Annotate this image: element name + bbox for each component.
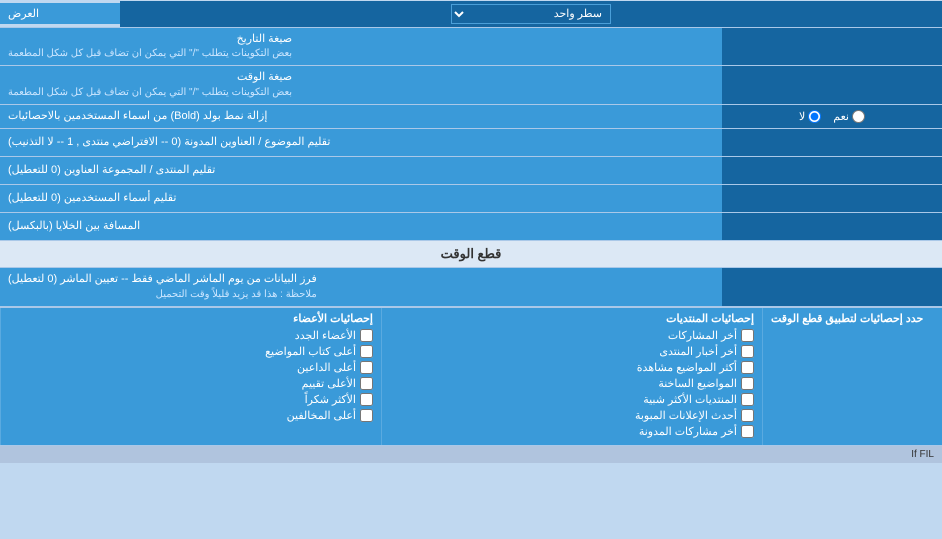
display-select[interactable]: سطر واحدسطرينثلاثة أسطر [451, 4, 611, 24]
forum-order-value: 33 [722, 157, 942, 184]
check-col2-item-3[interactable]: الأعلى تقييم [9, 377, 373, 390]
forum-order-input[interactable]: 33 [728, 164, 936, 178]
radio-yes-label[interactable]: نعم [833, 110, 865, 123]
check-col2-item-4[interactable]: الأكثر شكراً [9, 393, 373, 406]
topics-order-label: تقليم الموضوع / العناوين المدونة (0 -- ا… [0, 129, 722, 156]
usernames-value: 0 [722, 185, 942, 212]
stats-limit-label: حدد إحصائيات لتطبيق قطع الوقت [762, 308, 942, 445]
checkbox-col2-2[interactable] [360, 361, 373, 374]
check-col1-item-4[interactable]: المنتديات الأكثر شبية [390, 393, 754, 406]
spacing-value: 2 [722, 213, 942, 240]
spacing-label: المسافة بين الخلايا (بالبكسل) [0, 213, 722, 240]
checkboxes-section: حدد إحصائيات لتطبيق قطع الوقت إحصائيات ا… [0, 307, 942, 445]
radio-yes[interactable] [852, 110, 865, 123]
check-col1-item-1[interactable]: أخر أخبار المنتدى [390, 345, 754, 358]
time-format-value: H:i [722, 66, 942, 103]
bold-remove-value: نعم لا [722, 105, 942, 128]
date-format-value: d-m [722, 28, 942, 65]
checkbox-col1-0[interactable] [741, 329, 754, 342]
check-col1-item-2[interactable]: أكثر المواضيع مشاهدة [390, 361, 754, 374]
main-container: سطر واحدسطرينثلاثة أسطر العرض d-m صيغة ا… [0, 0, 942, 463]
date-format-row: d-m صيغة التاريخ بعض التكوينات يتطلب "/"… [0, 28, 942, 66]
date-format-input[interactable]: d-m [728, 40, 936, 54]
usernames-row: 0 تقليم أسماء المستخدمين (0 للتعطيل) [0, 185, 942, 213]
checkbox-col1-3[interactable] [741, 377, 754, 390]
check-col2-item-5[interactable]: أعلى المخالفين [9, 409, 373, 422]
time-format-input[interactable]: H:i [728, 78, 936, 92]
col2-title: إحصائيات الأعضاء [9, 312, 373, 325]
checkbox-col1-6[interactable] [741, 425, 754, 438]
cutoff-days-label: فرز البيانات من يوم الماشر الماضي فقط --… [0, 268, 722, 305]
spacing-row: 2 المسافة بين الخلايا (بالبكسل) [0, 213, 942, 241]
usernames-label: تقليم أسماء المستخدمين (0 للتعطيل) [0, 185, 722, 212]
checkbox-col2-3[interactable] [360, 377, 373, 390]
checkbox-col1-1[interactable] [741, 345, 754, 358]
check-col1-item-3[interactable]: المواضيع الساخنة [390, 377, 754, 390]
checkbox-col2-4[interactable] [360, 393, 373, 406]
check-col1-item-6[interactable]: أخر مشاركات المدونة [390, 425, 754, 438]
check-col1-item-5[interactable]: أحدث الإعلانات المبوبة [390, 409, 754, 422]
display-row: سطر واحدسطرينثلاثة أسطر العرض [0, 0, 942, 28]
radio-no[interactable] [808, 110, 821, 123]
checkbox-col2-0[interactable] [360, 329, 373, 342]
checkbox-col2-1[interactable] [360, 345, 373, 358]
if-fil-bar: If FIL [0, 445, 942, 463]
check-col2-item-1[interactable]: أعلى كتاب المواضيع [9, 345, 373, 358]
check-col2-item-2[interactable]: أعلى الداعين [9, 361, 373, 374]
display-label: العرض [0, 3, 120, 24]
cutoff-days-row: 0 فرز البيانات من يوم الماشر الماضي فقط … [0, 268, 942, 306]
checkboxes-col2: إحصائيات الأعضاء الأعضاء الجدد أعلى كتاب… [0, 308, 381, 445]
topics-order-value: 33 [722, 129, 942, 156]
forum-order-label: تقليم المنتدى / المجموعة العناوين (0 للت… [0, 157, 722, 184]
checkbox-col1-4[interactable] [741, 393, 754, 406]
check-col2-item-0[interactable]: الأعضاء الجدد [9, 329, 373, 342]
forum-order-row: 33 تقليم المنتدى / المجموعة العناوين (0 … [0, 157, 942, 185]
checkboxes-area: إحصائيات المنتديات أخر المشاركات أخر أخب… [0, 308, 762, 445]
cutoff-days-value: 0 [722, 268, 942, 305]
checkbox-col1-5[interactable] [741, 409, 754, 422]
time-format-row: H:i صيغة الوقت بعض التكوينات يتطلب "/" ا… [0, 66, 942, 104]
date-format-label: صيغة التاريخ بعض التكوينات يتطلب "/" الت… [0, 28, 722, 65]
checkbox-col1-2[interactable] [741, 361, 754, 374]
bold-remove-label: إزالة نمط بولد (Bold) من اسماء المستخدمي… [0, 105, 722, 128]
cutoff-section-header: قطع الوقت [0, 241, 942, 268]
topics-order-input[interactable]: 33 [728, 136, 936, 150]
col1-title: إحصائيات المنتديات [390, 312, 754, 325]
spacing-input[interactable]: 2 [728, 220, 936, 234]
checkboxes-col1: إحصائيات المنتديات أخر المشاركات أخر أخب… [381, 308, 762, 445]
cutoff-days-input[interactable]: 0 [728, 280, 936, 294]
topics-order-row: 33 تقليم الموضوع / العناوين المدونة (0 -… [0, 129, 942, 157]
time-format-label: صيغة الوقت بعض التكوينات يتطلب "/" التي … [0, 66, 722, 103]
radio-no-label[interactable]: لا [799, 110, 821, 123]
if-fil-text: If FIL [911, 449, 934, 460]
display-value-cell: سطر واحدسطرينثلاثة أسطر [120, 1, 942, 27]
check-col1-item-0[interactable]: أخر المشاركات [390, 329, 754, 342]
checkbox-col2-5[interactable] [360, 409, 373, 422]
usernames-input[interactable]: 0 [728, 192, 936, 206]
bold-remove-row: نعم لا إزالة نمط بولد (Bold) من اسماء ال… [0, 105, 942, 129]
